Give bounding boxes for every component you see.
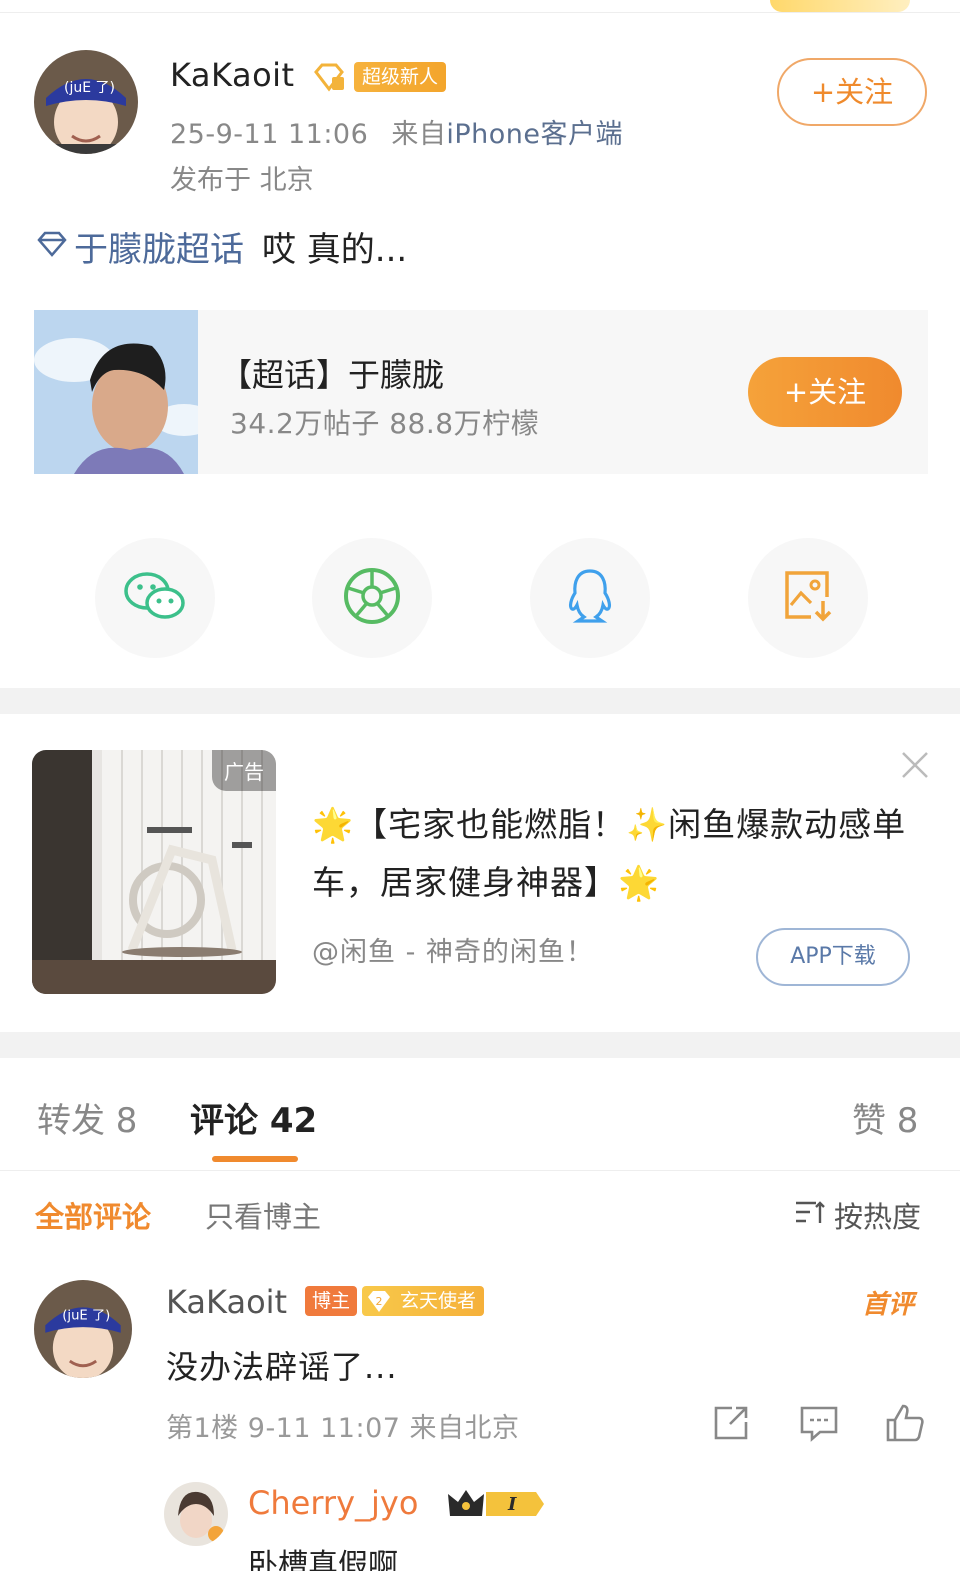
fan-title-text: 玄天使者: [400, 1290, 477, 1312]
supertopic-diamond-icon: [36, 227, 68, 267]
ad-image[interactable]: 广告: [32, 750, 276, 994]
vip-diamond-icon: [312, 62, 346, 92]
moments-icon: [342, 566, 402, 630]
post-text: 哎 真的...: [262, 230, 408, 270]
qq-icon: [565, 567, 615, 629]
source-prefix: 来自: [391, 119, 447, 150]
tab-divider: [0, 1170, 960, 1171]
host-badge: 博主: [305, 1286, 358, 1316]
sort-label: 按热度: [834, 1200, 922, 1234]
comment-text: 没办法辟谣了...: [166, 1348, 398, 1386]
svg-text:2: 2: [376, 1295, 383, 1308]
like-comment-button[interactable]: [884, 1402, 926, 1444]
section-divider-2: [0, 1032, 960, 1058]
share-qq-button[interactable]: [530, 538, 650, 658]
supertopic-link[interactable]: 于朦胧超话: [74, 222, 244, 271]
tab-reposts[interactable]: 转发 8: [37, 1093, 137, 1142]
save-image-icon: [781, 567, 835, 629]
share-wechat-button[interactable]: [95, 538, 215, 658]
post-location: 发布于 北京: [170, 165, 314, 196]
sort-icon: [794, 1198, 826, 1232]
top-divider: [0, 12, 960, 13]
supertopic-title: 【超话】于朦胧: [220, 356, 445, 394]
author-avatar[interactable]: (juE 了): [34, 50, 138, 154]
app-download-button[interactable]: APP下载: [756, 928, 910, 986]
supertopic-follow-button[interactable]: +关注: [748, 357, 902, 427]
share-comment-button[interactable]: [710, 1402, 752, 1444]
svg-text:(juE 了): (juE 了): [62, 1308, 110, 1324]
share-icon: [710, 1406, 752, 1448]
comment-icon: [798, 1406, 840, 1448]
share-moments-button[interactable]: [312, 538, 432, 658]
tab-comments[interactable]: 评论 42: [190, 1093, 317, 1142]
sort-by-hot-button[interactable]: 按热度: [794, 1194, 921, 1236]
commenter-name[interactable]: KaKaoit: [166, 1283, 287, 1321]
svg-text:I: I: [507, 1494, 517, 1515]
ad-label: 广告: [212, 750, 276, 791]
supertopic-stats: 34.2万帖子 88.8万柠檬: [230, 407, 540, 440]
active-tab-indicator: [212, 1156, 298, 1162]
super-newbie-badge: 超级新人: [354, 62, 447, 92]
post-timestamp: 25-9-11 11:06: [170, 119, 369, 150]
fan-title-badge: 2 玄天使者: [362, 1286, 485, 1316]
filter-all-comments[interactable]: 全部评论: [35, 1194, 151, 1236]
filter-host-only[interactable]: 只看博主: [205, 1194, 321, 1236]
comment-meta: 第1楼 9-11 11:07 来自北京: [166, 1413, 520, 1444]
top-decoration: [770, 0, 910, 12]
first-comment-tag: 首评: [862, 1290, 915, 1320]
author-name[interactable]: KaKaoit: [170, 56, 295, 94]
tab-likes[interactable]: 赞 8: [852, 1093, 918, 1142]
reply-avatar[interactable]: [164, 1482, 228, 1546]
supertopic-cover-image: [34, 310, 198, 474]
member-crown-badge: I: [446, 1486, 546, 1522]
post-source[interactable]: iPhone客户端: [446, 119, 623, 150]
ad-headline[interactable]: 🌟【宅家也能燃脂！✨闲鱼爆款动感单车，居家健身神器】🌟: [312, 796, 922, 912]
svg-text:(juE 了): (juE 了): [64, 80, 115, 96]
section-divider: [0, 688, 960, 714]
wechat-icon: [123, 569, 187, 627]
reply-text: 卧槽真假啊: [248, 1548, 398, 1571]
ad-source[interactable]: @闲鱼 - 神奇的闲鱼！: [312, 930, 594, 969]
thumbs-up-icon: [884, 1404, 926, 1448]
fan-level-icon: 2: [366, 1288, 392, 1314]
reply-username[interactable]: Cherry_jyo: [248, 1484, 418, 1522]
post-meta: 25-9-11 11:06 来自iPhone客户端: [170, 112, 623, 151]
close-icon[interactable]: [898, 748, 932, 782]
reply-comment-button[interactable]: [798, 1402, 840, 1444]
post-body: 于朦胧超话 哎 真的...: [36, 222, 407, 271]
save-image-button[interactable]: [748, 538, 868, 658]
follow-button[interactable]: +关注: [777, 58, 927, 126]
commenter-avatar[interactable]: (juE 了): [34, 1280, 132, 1378]
